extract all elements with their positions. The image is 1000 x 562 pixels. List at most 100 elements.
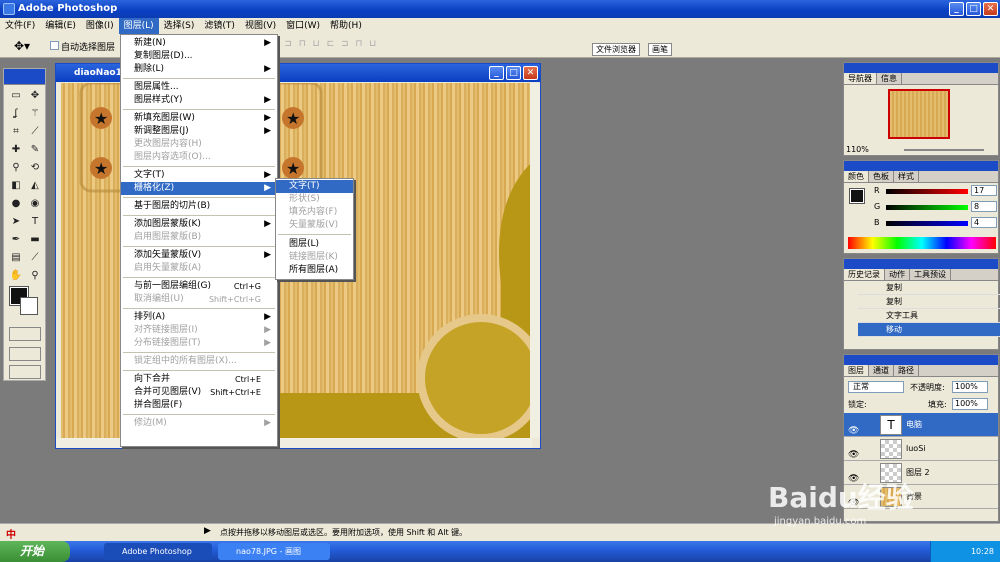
type-tool-icon[interactable]: T — [26, 213, 44, 230]
zoom-slider[interactable] — [904, 149, 984, 151]
layer-menu-item[interactable]: 拼合图层(F) — [121, 399, 277, 412]
file-browser-tab[interactable]: 文件浏览器 — [592, 43, 640, 56]
layer-menu-item[interactable]: 图层样式(Y) ▶ — [121, 94, 277, 107]
layer-menu-item[interactable]: 向下合并 Ctrl+E — [121, 373, 277, 386]
menu-edit[interactable]: 编辑(E) — [40, 18, 81, 34]
navigator-thumbnail[interactable] — [888, 89, 950, 139]
g-value[interactable]: 8 — [971, 201, 997, 212]
g-slider[interactable] — [886, 205, 968, 210]
tab-history[interactable]: 历史记录 — [844, 269, 885, 280]
doc-close-button[interactable]: ✕ — [523, 66, 538, 80]
menu-image[interactable]: 图像(I) — [81, 18, 119, 34]
slice-tool-icon[interactable]: ⟋ — [26, 123, 44, 140]
history-item[interactable]: 复制 — [858, 295, 1000, 309]
healing-brush-icon[interactable]: ✚ — [7, 141, 25, 158]
layer-menu-item[interactable]: 栅格化(Z) ▶ — [121, 182, 277, 195]
zoom-tool-icon[interactable]: ⚲ — [26, 267, 44, 284]
maximize-button[interactable]: □ — [966, 2, 981, 16]
layer-menu-item[interactable]: 文字(T) ▶ — [121, 169, 277, 182]
layer-menu-item[interactable]: 添加矢量蒙版(V) ▶ — [121, 249, 277, 262]
auto-select-checkbox[interactable] — [50, 41, 59, 50]
crop-tool-icon[interactable]: ⌗ — [7, 123, 25, 140]
move-tool-icon[interactable]: ✥▾ — [14, 39, 30, 53]
minimize-button[interactable]: _ — [949, 2, 964, 16]
tab-styles[interactable]: 样式 — [894, 171, 919, 182]
history-item[interactable]: 文字工具 — [858, 309, 1000, 323]
eraser-tool-icon[interactable]: ◧ — [7, 177, 25, 194]
layer-menu-item[interactable]: 图层属性... — [121, 81, 277, 94]
rasterize-menu-item[interactable]: 图层(L) — [276, 238, 353, 251]
rasterize-menu-item[interactable]: 文字(T) — [276, 180, 353, 193]
magic-wand-icon[interactable]: ⚚ — [26, 105, 44, 122]
brush-tool-icon[interactable]: ✎ — [26, 141, 44, 158]
tab-tool-presets[interactable]: 工具预设 — [910, 269, 951, 280]
lasso-tool-icon[interactable]: ʆ — [7, 105, 25, 122]
task-photoshop[interactable]: Adobe Photoshop — [104, 543, 212, 560]
marquee-tool-icon[interactable]: ▭ — [7, 87, 25, 104]
tab-layers[interactable]: 图层 — [844, 365, 869, 376]
brushes-tab[interactable]: 画笔 — [648, 43, 672, 56]
r-slider[interactable] — [886, 189, 968, 194]
layer-menu-item[interactable]: 新建(N) ▶ — [121, 37, 277, 50]
tab-swatches[interactable]: 色板 — [869, 171, 894, 182]
layer-menu-item[interactable]: 基于图层的切片(B) — [121, 200, 277, 213]
navigator-zoom[interactable]: 110% — [846, 145, 869, 154]
r-value[interactable]: 17 — [971, 185, 997, 196]
screen-mode-icon[interactable] — [9, 347, 41, 361]
layer-menu-item[interactable]: 合并可见图层(V) Shift+Ctrl+E — [121, 386, 277, 399]
close-button[interactable]: ✕ — [983, 2, 998, 16]
fill-input[interactable]: 100% — [952, 398, 988, 410]
menu-view[interactable]: 视图(V) — [240, 18, 281, 34]
quick-mask-icon[interactable] — [9, 327, 41, 341]
background-color-swatch[interactable] — [20, 297, 38, 315]
dodge-tool-icon[interactable]: ◉ — [26, 195, 44, 212]
jump-to-imageready-icon[interactable] — [9, 365, 41, 379]
layer-menu-item[interactable]: 排列(A) ▶ — [121, 311, 277, 324]
clone-stamp-icon[interactable]: ⚲ — [7, 159, 25, 176]
move-tool-icon[interactable]: ✥ — [26, 87, 44, 104]
layer-menu-item[interactable]: 新填充图层(W) ▶ — [121, 112, 277, 125]
menu-filter[interactable]: 滤镜(T) — [199, 18, 240, 34]
path-select-icon[interactable]: ➤ — [7, 213, 25, 230]
shape-tool-icon[interactable]: ▬ — [26, 231, 44, 248]
color-foreground-swatch[interactable] — [849, 188, 865, 204]
paint-bucket-icon[interactable]: ◭ — [26, 177, 44, 194]
ime-indicator[interactable]: 中 — [6, 526, 16, 541]
align-buttons[interactable]: ⊏ ⊐ ⊓ ⊔ ⊏ ⊐ ⊓ ⊔ — [270, 39, 450, 53]
b-slider[interactable] — [886, 221, 968, 226]
tab-color[interactable]: 颜色 — [844, 171, 869, 182]
tab-info[interactable]: 信息 — [877, 73, 902, 84]
layer-row[interactable]: 👁 luoSi — [844, 437, 998, 461]
color-ramp[interactable] — [848, 237, 996, 249]
menu-select[interactable]: 选择(S) — [159, 18, 200, 34]
notes-tool-icon[interactable]: ▤ — [7, 249, 25, 266]
layer-menu-item[interactable]: 新调整图层(J) ▶ — [121, 125, 277, 138]
history-brush-icon[interactable]: ⟲ — [26, 159, 44, 176]
task-paint[interactable]: nao78.JPG - 画图 — [218, 543, 330, 560]
blur-tool-icon[interactable]: ● — [7, 195, 25, 212]
layer-menu-item[interactable]: 复制图层(D)... — [121, 50, 277, 63]
layer-menu-item[interactable]: 删除(L) ▶ — [121, 63, 277, 76]
rasterize-menu-item[interactable]: 所有图层(A) — [276, 264, 353, 277]
tab-actions[interactable]: 动作 — [885, 269, 910, 280]
pen-tool-icon[interactable]: ✒ — [7, 231, 25, 248]
start-button[interactable]: 开始 — [0, 541, 70, 562]
tab-channels[interactable]: 通道 — [869, 365, 894, 376]
doc-maximize-button[interactable]: □ — [506, 66, 521, 80]
opacity-input[interactable]: 100% — [952, 381, 988, 393]
eyedropper-icon[interactable]: ⟋ — [26, 249, 44, 266]
tab-paths[interactable]: 路径 — [894, 365, 919, 376]
b-value[interactable]: 4 — [971, 217, 997, 228]
hand-tool-icon[interactable]: ✋ — [7, 267, 25, 284]
history-item[interactable]: 移动 — [858, 323, 1000, 337]
vertical-scrollbar[interactable] — [530, 83, 540, 438]
blend-mode-select[interactable]: 正常 — [848, 381, 904, 393]
history-item[interactable]: 复制 — [858, 281, 1000, 295]
tab-navigator[interactable]: 导航器 — [844, 73, 877, 84]
doc-minimize-button[interactable]: _ — [489, 66, 504, 80]
menu-help[interactable]: 帮助(H) — [325, 18, 367, 34]
menu-file[interactable]: 文件(F) — [0, 18, 40, 34]
menu-window[interactable]: 窗口(W) — [281, 18, 325, 34]
layer-menu-item[interactable]: 添加图层蒙版(K) ▶ — [121, 218, 277, 231]
menu-layer[interactable]: 图层(L) — [118, 18, 159, 34]
